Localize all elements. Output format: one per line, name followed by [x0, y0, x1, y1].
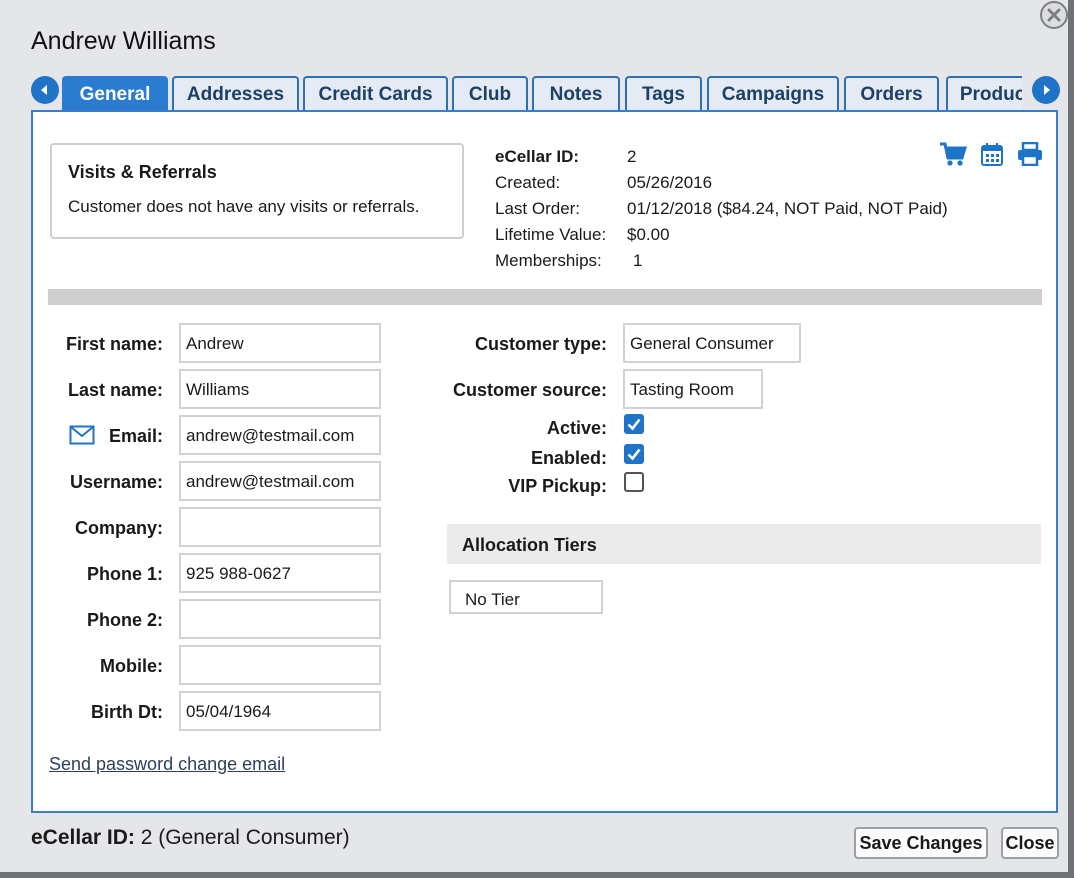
allocation-tier-select[interactable]: No Tier: [449, 580, 603, 614]
tab-products[interactable]: Products: [946, 76, 1022, 110]
enabled-label: Enabled:: [530, 448, 607, 468]
dialog-title: Andrew Williams: [31, 27, 216, 55]
first-name-label: First name:: [65, 334, 163, 354]
tab-credit-cards[interactable]: Credit Cards: [303, 76, 448, 110]
allocation-tiers-header: Allocation Tiers: [447, 524, 1041, 564]
calendar-icon[interactable]: [981, 142, 1003, 171]
last-order-label: Last Order:: [495, 199, 581, 218]
tab-notes[interactable]: Notes: [532, 76, 620, 110]
close-button[interactable]: Close: [1001, 827, 1059, 859]
send-password-link[interactable]: Send password change email: [49, 754, 285, 775]
vip-pickup-checkbox[interactable]: [624, 472, 644, 492]
cart-icon[interactable]: [939, 142, 968, 173]
username-field[interactable]: andrew@testmail.com: [179, 461, 381, 501]
email-label: Email:: [108, 426, 163, 446]
tab-addresses[interactable]: Addresses: [172, 76, 299, 110]
tab-general[interactable]: General: [62, 76, 168, 110]
tab-campaigns[interactable]: Campaigns: [707, 76, 839, 110]
created-value: 05/26/2016: [627, 173, 713, 192]
tab-scroll-right-icon[interactable]: [1032, 76, 1060, 104]
enabled-checkbox[interactable]: [624, 444, 644, 464]
vip-pickup-label: VIP Pickup:: [508, 476, 607, 496]
phone1-label: Phone 1:: [86, 564, 163, 584]
birth-date-label: Birth Dt:: [91, 702, 163, 722]
last-name-label: Last name:: [67, 380, 163, 400]
mobile-field[interactable]: [179, 645, 381, 685]
last-order-value: 01/12/2018 ($84.24, NOT Paid, NOT Paid): [627, 199, 948, 218]
section-divider: [48, 289, 1042, 305]
footer-id-text: 2 (General Consumer): [140, 826, 350, 849]
company-label: Company:: [74, 518, 163, 538]
backdrop-edge-bottom: [0, 872, 1074, 878]
customer-source-select[interactable]: Tasting Room: [623, 369, 763, 409]
phone2-label: Phone 2:: [86, 610, 163, 630]
visits-referrals-box: Visits & Referrals Customer does not hav…: [50, 143, 464, 239]
username-label: Username:: [69, 472, 163, 492]
visits-title: Visits & Referrals: [68, 162, 217, 182]
tab-bar: General Addresses Credit Cards Club Note…: [62, 76, 1022, 110]
lifetime-value-label: Lifetime Value:: [495, 225, 607, 244]
customer-source-label: Customer source:: [452, 380, 607, 400]
footer-id-label: eCellar ID:: [31, 826, 135, 849]
last-name-field[interactable]: Williams: [179, 369, 381, 409]
birth-date-field[interactable]: 05/04/1964: [179, 691, 381, 731]
active-label: Active:: [546, 418, 607, 438]
backdrop-edge: [1068, 0, 1074, 878]
customer-type-label: Customer type:: [474, 334, 607, 354]
tab-orders[interactable]: Orders: [844, 76, 939, 110]
tab-scroll-left-icon[interactable]: [31, 76, 59, 104]
memberships-label: Memberships:: [495, 251, 602, 270]
phone2-field[interactable]: [179, 599, 381, 639]
tab-club[interactable]: Club: [452, 76, 528, 110]
first-name-field[interactable]: Andrew: [179, 323, 381, 363]
tab-tags[interactable]: Tags: [625, 76, 702, 110]
visits-text: Customer does not have any visits or ref…: [68, 197, 420, 216]
mobile-label: Mobile:: [100, 656, 163, 676]
email-field[interactable]: andrew@testmail.com: [179, 415, 381, 455]
phone1-field[interactable]: 925 988-0627: [179, 553, 381, 593]
memberships-value: 1: [633, 251, 643, 270]
ecellar-id-label: eCellar ID:: [495, 147, 580, 166]
active-checkbox[interactable]: [624, 414, 644, 434]
footer-ecellar-id: eCellar ID: 2 (General Consumer): [31, 826, 350, 850]
close-icon[interactable]: [1040, 1, 1068, 29]
customer-type-select[interactable]: General Consumer: [623, 323, 801, 363]
save-changes-button[interactable]: Save Changes: [854, 827, 988, 859]
close-x-glyph: [1047, 8, 1061, 22]
print-icon[interactable]: [1017, 141, 1043, 171]
general-panel: Visits & Referrals Customer does not hav…: [31, 110, 1058, 813]
ecellar-id-value: 2: [627, 147, 637, 166]
lifetime-value: $0.00: [627, 225, 670, 244]
created-label: Created:: [495, 173, 561, 192]
company-field[interactable]: [179, 507, 381, 547]
customer-dialog: Andrew Williams General Addresses Credit…: [0, 0, 1068, 872]
